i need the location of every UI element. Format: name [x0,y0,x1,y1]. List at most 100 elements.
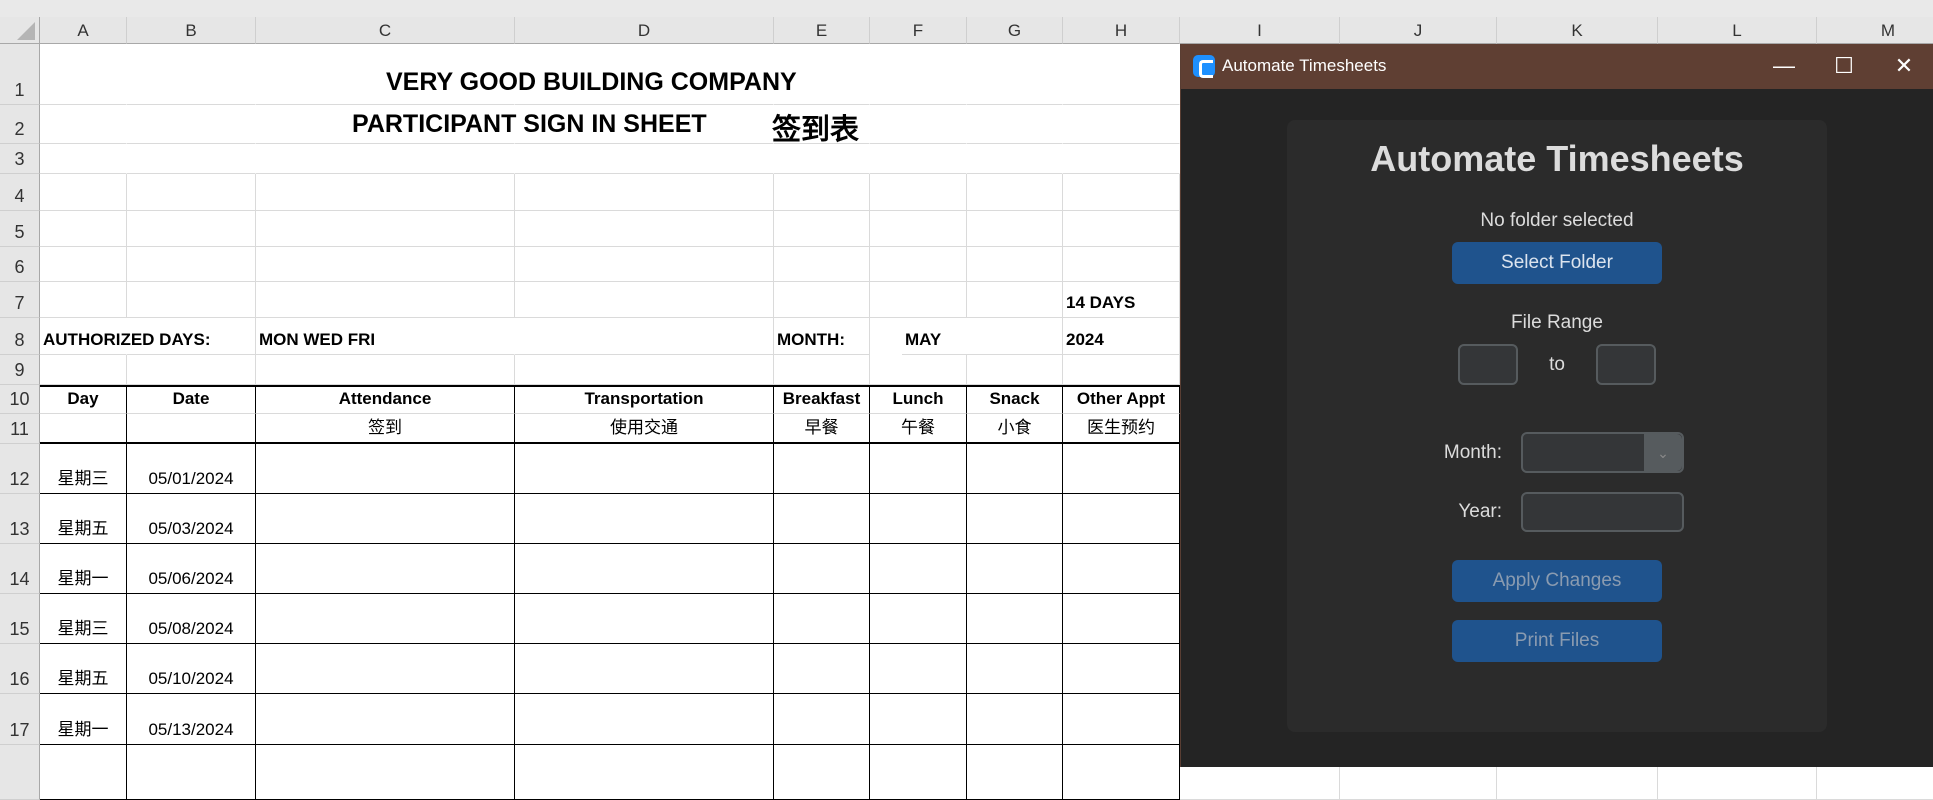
cell-D5[interactable] [515,211,774,247]
cell-C5[interactable] [256,211,515,247]
row-header-14[interactable]: 14 [0,544,40,594]
row-header-2[interactable]: 2 [0,105,40,144]
cell-A13[interactable]: 星期五 [40,494,127,544]
row-header-12[interactable]: 12 [0,444,40,494]
cell-D4[interactable] [515,174,774,211]
row-header-9[interactable]: 9 [0,355,40,385]
column-header-D[interactable]: D [515,17,774,44]
cell-G2[interactable] [967,105,1063,144]
row-header-10[interactable]: 10 [0,385,40,414]
column-header-B[interactable]: B [127,17,256,44]
cell-A15[interactable]: 星期三 [40,594,127,644]
cell-F18[interactable] [870,745,967,800]
cell-G18[interactable] [967,745,1063,800]
cell-E15[interactable] [774,594,870,644]
cell-B6[interactable] [127,247,256,282]
cell-H14[interactable] [1063,544,1180,594]
row-header-5[interactable]: 5 [0,211,40,247]
cell-D17[interactable] [515,694,774,745]
cell-G17[interactable] [967,694,1063,745]
cell-E8[interactable]: MONTH: [774,318,870,355]
cell-D10[interactable]: Transportation [515,385,774,414]
cell-C14[interactable] [256,544,515,594]
cell-H8[interactable]: 2024 [1063,318,1180,355]
column-header-E[interactable]: E [774,17,870,44]
cell-D8[interactable] [515,318,774,355]
cell-G13[interactable] [967,494,1063,544]
cell-A6[interactable] [40,247,127,282]
cell-B12[interactable]: 05/01/2024 [127,444,256,494]
window-titlebar[interactable]: Automate Timesheets — ☐ ✕ [1181,44,1933,89]
cell-A3[interactable] [40,144,127,174]
cell-F11[interactable]: 午餐 [870,414,967,444]
cell-G12[interactable] [967,444,1063,494]
cell-F4[interactable] [870,174,967,211]
cell-B18[interactable] [127,745,256,800]
cell-C11[interactable]: 签到 [256,414,515,444]
cell-F7[interactable] [870,282,967,318]
minimize-button[interactable]: — [1754,44,1814,89]
row-header-1[interactable]: 1 [0,44,40,105]
cell-H13[interactable] [1063,494,1180,544]
cell-H9[interactable] [1063,355,1180,385]
cell-E4[interactable] [774,174,870,211]
cell-C3[interactable] [256,144,515,174]
cell-E10[interactable]: Breakfast [774,385,870,414]
cell-F8[interactable]: MAY [902,318,999,355]
cell-F10[interactable]: Lunch [870,385,967,414]
cell-D16[interactable] [515,644,774,694]
cell-H12[interactable] [1063,444,1180,494]
row-header-11[interactable]: 11 [0,414,40,444]
column-header-M[interactable]: M [1817,17,1933,44]
cell-H2[interactable] [1063,105,1180,144]
cell-G15[interactable] [967,594,1063,644]
cell-H18[interactable] [1063,745,1180,800]
column-header-G[interactable]: G [967,17,1063,44]
cell-A1[interactable] [40,44,127,105]
select-folder-button[interactable]: Select Folder [1452,242,1662,284]
cell-A4[interactable] [40,174,127,211]
cell-D14[interactable] [515,544,774,594]
cell-F16[interactable] [870,644,967,694]
cell-F3[interactable] [870,144,967,174]
cell-E3[interactable] [774,144,870,174]
row-header-3[interactable]: 3 [0,144,40,174]
range-from-input[interactable] [1458,344,1518,385]
cell-H1[interactable] [1063,44,1180,105]
cell-B1[interactable] [127,44,256,105]
cell-E9[interactable] [774,355,870,385]
cell-A2[interactable] [40,105,127,144]
column-header-J[interactable]: J [1340,17,1497,44]
cell-E5[interactable] [774,211,870,247]
chevron-down-icon[interactable]: ⌄ [1644,434,1682,471]
print-files-button[interactable]: Print Files [1452,620,1662,662]
cell-A8[interactable]: AUTHORIZED DAYS: [40,318,211,355]
column-header-F[interactable]: F [870,17,967,44]
cell-B9[interactable] [127,355,256,385]
cell-H4[interactable] [1063,174,1180,211]
cell-E6[interactable] [774,247,870,282]
row-header-4[interactable]: 4 [0,174,40,211]
cell-G10[interactable]: Snack [967,385,1063,414]
maximize-button[interactable]: ☐ [1814,44,1874,89]
cell-H16[interactable] [1063,644,1180,694]
row-header-6[interactable]: 6 [0,247,40,282]
cell-H11[interactable]: 医生预约 [1063,414,1180,444]
cell-H15[interactable] [1063,594,1180,644]
cell-C7[interactable] [256,282,515,318]
row-header-15[interactable]: 15 [0,594,40,644]
cell-D18[interactable] [515,745,774,800]
cell-F17[interactable] [870,694,967,745]
year-input[interactable] [1521,492,1684,532]
cell-H17[interactable] [1063,694,1180,745]
cell-A17[interactable]: 星期一 [40,694,127,745]
row-header-7[interactable]: 7 [0,282,40,318]
cell-E16[interactable] [774,644,870,694]
cell-B7[interactable] [127,282,256,318]
cell-B15[interactable]: 05/08/2024 [127,594,256,644]
cell-B17[interactable]: 05/13/2024 [127,694,256,745]
cell-C15[interactable] [256,594,515,644]
cell-H3[interactable] [1063,144,1180,174]
cell-A12[interactable]: 星期三 [40,444,127,494]
cell-B5[interactable] [127,211,256,247]
